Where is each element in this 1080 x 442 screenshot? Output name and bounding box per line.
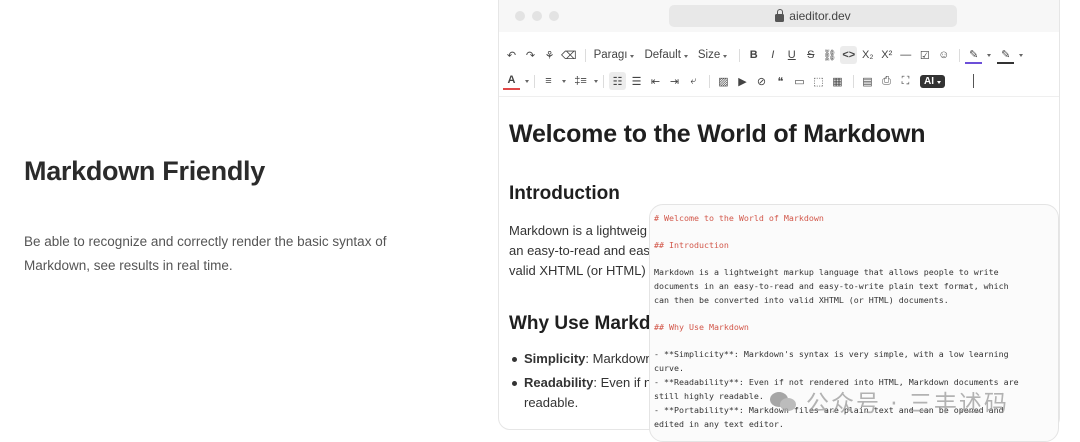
- doc-heading-why[interactable]: Why Use Markd: [509, 313, 650, 335]
- fullscreen-icon[interactable]: ⛶: [897, 72, 914, 90]
- font-color-icon[interactable]: A: [503, 72, 520, 90]
- toolbar-divider: [603, 74, 604, 88]
- quote-icon[interactable]: ❝: [772, 72, 789, 90]
- doc-intro-line: valid XHTML (or HTML) c: [509, 263, 656, 278]
- line-height-icon[interactable]: ‡≡: [572, 72, 589, 90]
- window-dot-minimize[interactable]: [532, 11, 542, 21]
- superscript-button[interactable]: X²: [878, 46, 895, 64]
- markdown-heading-line: # Welcome to the World of Markdown: [654, 213, 824, 223]
- code-block-icon[interactable]: ▭: [791, 72, 808, 90]
- redo-icon[interactable]: ↷: [522, 46, 539, 64]
- eraser-icon[interactable]: ⌫: [560, 46, 578, 64]
- toolbar-divider: [739, 48, 741, 62]
- markdown-line: can then be converted into valid XHTML (…: [654, 295, 949, 305]
- paragraph-dropdown[interactable]: Paragı: [591, 49, 638, 61]
- horizontal-rule-icon[interactable]: —: [897, 46, 914, 64]
- wechat-icon: [770, 390, 798, 412]
- window-dot-close[interactable]: [515, 11, 525, 21]
- chevron-down-icon: [937, 80, 941, 84]
- chevron-down-icon: [630, 55, 635, 58]
- subscript-button[interactable]: X₂: [859, 46, 876, 64]
- doc-intro-paragraph[interactable]: Markdown is a lightweig an easy-to-read …: [509, 221, 656, 281]
- highlight-icon[interactable]: ✎: [965, 46, 983, 64]
- indent-decrease-icon[interactable]: ⇤: [647, 72, 664, 90]
- chevron-down-icon: [683, 55, 688, 58]
- chevron-down-icon: [723, 55, 728, 58]
- ordered-list-icon[interactable]: ☰: [628, 72, 645, 90]
- ai-button[interactable]: AI: [920, 74, 945, 88]
- font-family-dropdown[interactable]: Default: [641, 49, 690, 61]
- italic-button[interactable]: I: [764, 46, 781, 64]
- window-titlebar: aieditor.dev: [499, 0, 1059, 32]
- markdown-heading-line: ## Introduction: [654, 240, 729, 250]
- markdown-blank-line: [654, 225, 1058, 238]
- feature-title: Markdown Friendly: [24, 156, 265, 186]
- link-icon[interactable]: ⛓: [821, 46, 838, 64]
- line-break-icon[interactable]: ⤶: [685, 72, 702, 90]
- bullet-list-icon[interactable]: ☷: [609, 72, 626, 90]
- chevron-down-icon[interactable]: [1019, 53, 1024, 57]
- undo-icon[interactable]: ↶: [503, 46, 520, 64]
- code-icon[interactable]: <>: [840, 46, 858, 64]
- toolbar-divider: [853, 74, 854, 88]
- emoji-icon[interactable]: ☺: [935, 46, 952, 64]
- list-item[interactable]: Simplicity: Markdown: [509, 349, 658, 369]
- image-icon[interactable]: ▨: [715, 72, 732, 90]
- table-icon[interactable]: ▦: [829, 72, 846, 90]
- address-bar[interactable]: aieditor.dev: [669, 5, 957, 27]
- format-painter-icon[interactable]: ⚘: [541, 46, 558, 64]
- feature-description: Be able to recognize and correctly rende…: [24, 234, 387, 273]
- chevron-down-icon[interactable]: [987, 53, 992, 57]
- chevron-down-icon[interactable]: [525, 79, 529, 83]
- template-icon[interactable]: ▤: [859, 72, 876, 90]
- task-list-icon[interactable]: ☑: [916, 46, 933, 64]
- toolbar-divider: [709, 74, 710, 88]
- markdown-line: edited in any text editor.: [654, 419, 784, 429]
- toolbar-divider: [959, 48, 961, 62]
- markdown-line: curve.: [654, 363, 684, 373]
- doc-intro-line: Markdown is a lightweig: [509, 223, 648, 238]
- list-item[interactable]: Readability: Even if nc readable.: [509, 373, 658, 413]
- bold-button[interactable]: B: [745, 46, 762, 64]
- url-text: aieditor.dev: [789, 9, 851, 23]
- chevron-down-icon[interactable]: [562, 79, 566, 83]
- text-cursor: [973, 74, 974, 88]
- pen-icon[interactable]: ✎: [997, 46, 1015, 64]
- strike-button[interactable]: S: [802, 46, 819, 64]
- markdown-heading-line: ## Why Use Markdown: [654, 322, 749, 332]
- toolbar-divider: [534, 74, 535, 88]
- underline-button[interactable]: U: [783, 46, 800, 64]
- toolbar-row-2: A ≡ ‡≡ ☷ ☰ ⇤ ⇥ ⤶ ▨ ▶ ⊘ ❝ ▭ ⬚ ▦ ▤ ⎙ ⛶ AI: [503, 71, 974, 91]
- attachment-icon[interactable]: ⊘: [753, 72, 770, 90]
- video-icon[interactable]: ▶: [734, 72, 751, 90]
- markdown-line: Markdown is a lightweight markup languag…: [654, 267, 999, 277]
- markdown-line: - **Simplicity**: Markdown's syntax is v…: [654, 349, 1009, 359]
- font-size-dropdown[interactable]: Size: [695, 49, 730, 61]
- markdown-blank-line: [654, 252, 1058, 265]
- doc-heading-1[interactable]: Welcome to the World of Markdown: [509, 120, 926, 149]
- markdown-line: documents in an easy-to-read and easy-to…: [654, 281, 1009, 291]
- watermark: 公众号 · 三丰述码: [770, 384, 1009, 418]
- window-dot-maximize[interactable]: [549, 11, 559, 21]
- markdown-blank-line: [654, 334, 1058, 347]
- toolbar-row-1: ↶ ↷ ⚘ ⌫ Paragı Default Size B I U S ⛓ <>…: [503, 45, 1024, 65]
- align-icon[interactable]: ≡: [540, 72, 557, 90]
- toolbar-divider: [584, 48, 586, 62]
- print-icon[interactable]: ⎙: [878, 72, 895, 90]
- watermark-text: 公众号 · 三丰述码: [806, 391, 1009, 417]
- doc-bullet-list: Simplicity: Markdown Readability: Even i…: [509, 349, 658, 417]
- doc-intro-line: an easy-to-read and easy: [509, 243, 657, 258]
- chevron-down-icon[interactable]: [594, 79, 598, 83]
- indent-increase-icon[interactable]: ⇥: [666, 72, 683, 90]
- container-icon[interactable]: ⬚: [810, 72, 827, 90]
- doc-heading-introduction[interactable]: Introduction: [509, 183, 620, 205]
- markdown-blank-line: [654, 307, 1058, 320]
- lock-icon: [775, 9, 785, 22]
- toolbar-bottom-border: [499, 96, 1059, 97]
